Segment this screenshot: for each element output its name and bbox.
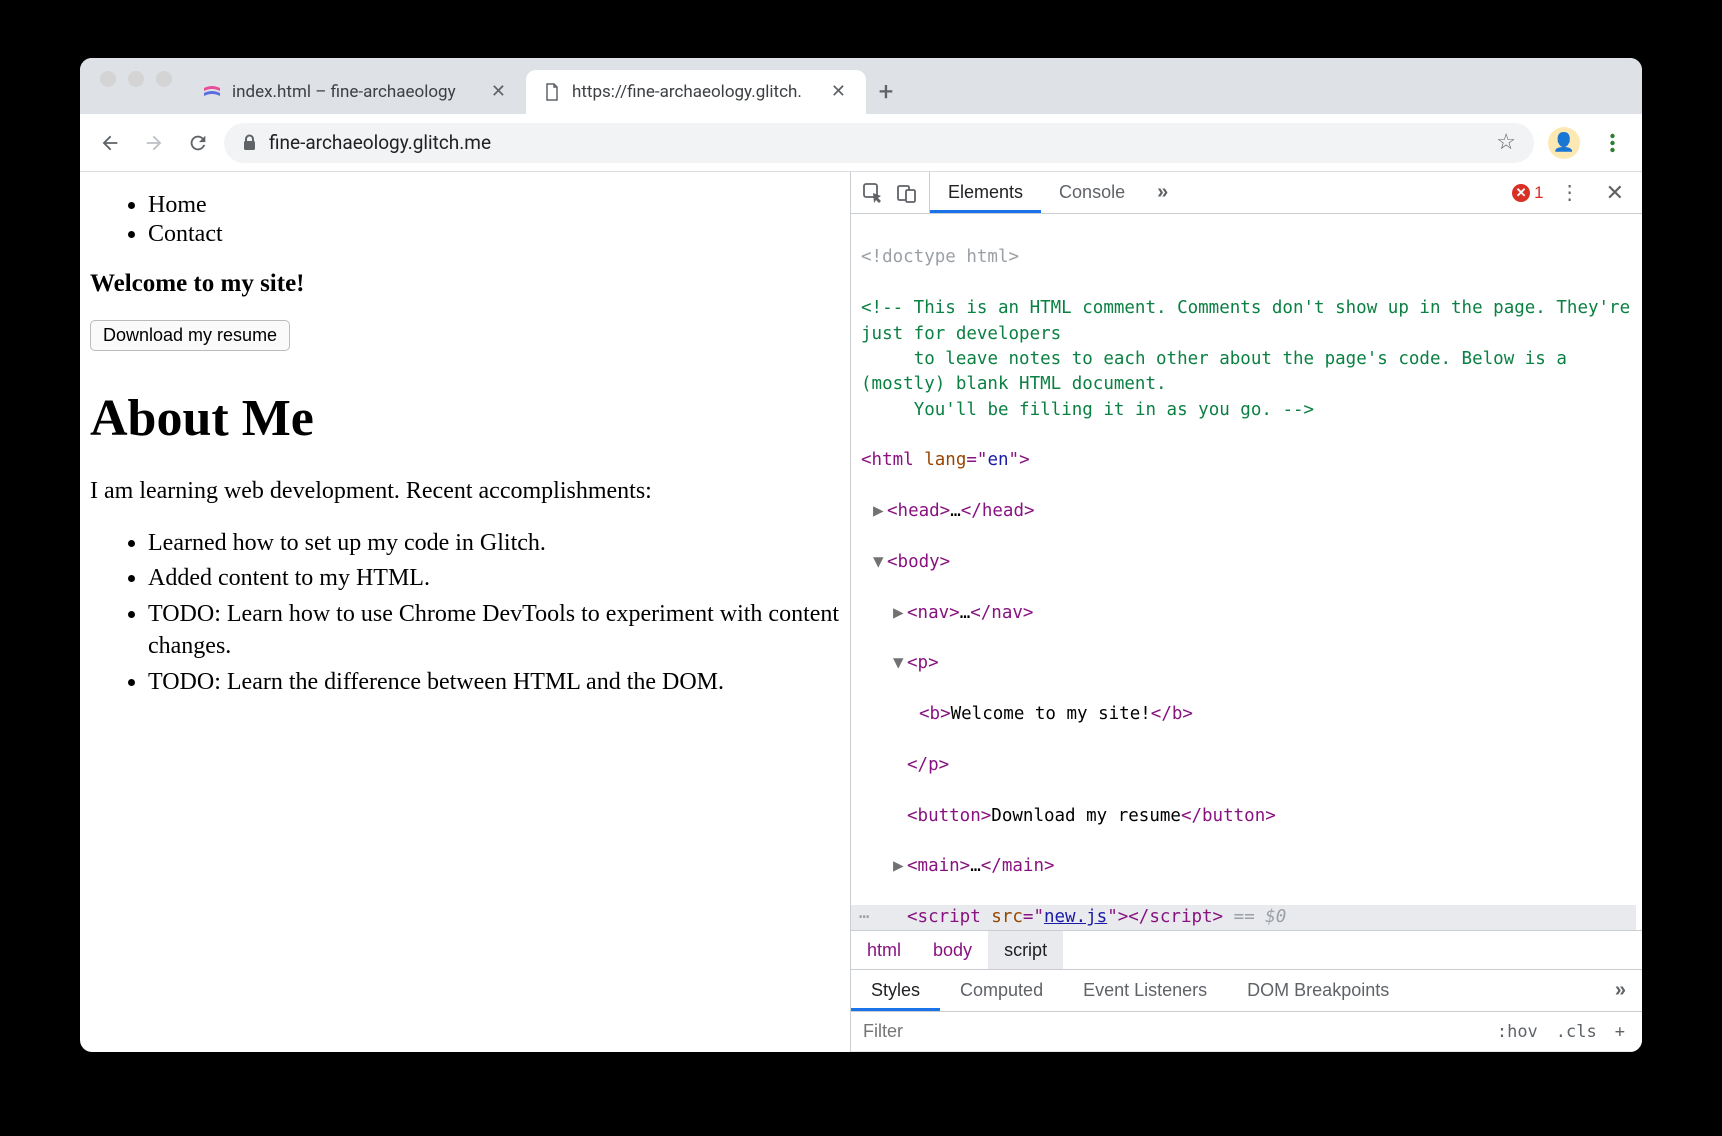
download-resume-button[interactable]: Download my resume <box>90 320 290 351</box>
address-bar[interactable]: fine-archaeology.glitch.me ☆ <box>224 123 1534 163</box>
cls-toggle-button[interactable]: .cls <box>1549 1020 1604 1044</box>
tab-styles[interactable]: Styles <box>851 970 940 1011</box>
tab-console[interactable]: Console <box>1041 172 1143 213</box>
error-icon: ✕ <box>1512 184 1530 202</box>
styles-filter-row: :hov .cls + <box>851 1012 1642 1052</box>
lock-icon <box>242 134 257 151</box>
dom-doctype[interactable]: <!doctype html> <box>851 245 1636 270</box>
list-item: TODO: Learn how to use Chrome DevTools t… <box>148 598 840 663</box>
about-heading: About Me <box>90 389 840 448</box>
styles-tab-bar: Styles Computed Event Listeners DOM Brea… <box>851 970 1642 1012</box>
nav-link-contact[interactable]: Contact <box>148 221 840 248</box>
list-item: Learned how to set up my code in Glitch. <box>148 527 840 559</box>
tab-title: https://fine-archaeology.glitch. <box>572 82 802 102</box>
list-item: Added content to my HTML. <box>148 562 840 594</box>
window-controls <box>94 71 186 101</box>
tab-strip: index.html – fine-archaeology ✕ https://… <box>80 58 1642 114</box>
dom-html-open[interactable]: <html lang="en"> <box>851 448 1636 473</box>
error-count: 1 <box>1534 183 1543 203</box>
welcome-heading: Welcome to my site! <box>90 270 840 298</box>
tab-site-preview[interactable]: https://fine-archaeology.glitch. ✕ <box>526 70 866 114</box>
dom-nav[interactable]: ▶<nav>…</nav> <box>851 601 1636 626</box>
selected-gutter-icon: ⋯ <box>851 905 877 930</box>
dom-breadcrumb: html body script <box>851 930 1642 970</box>
tab-computed[interactable]: Computed <box>940 970 1063 1011</box>
new-style-rule-button[interactable]: + <box>1608 1020 1632 1044</box>
dom-b[interactable]: <b>Welcome to my site!</b> <box>851 702 1636 727</box>
close-tab-icon[interactable]: ✕ <box>827 81 850 103</box>
content-area: Home Contact Welcome to my site! Downloa… <box>80 172 1642 1052</box>
dom-p-close[interactable]: </p> <box>851 753 1636 778</box>
dom-button[interactable]: <button>Download my resume</button> <box>851 804 1636 829</box>
browser-window: index.html – fine-archaeology ✕ https://… <box>80 58 1642 1052</box>
browser-menu-button[interactable] <box>1594 133 1630 153</box>
profile-avatar[interactable]: 👤 <box>1548 127 1580 159</box>
new-tab-button[interactable]: + <box>866 70 906 114</box>
dom-head[interactable]: ▶<head>…</head> <box>851 499 1636 524</box>
breadcrumb-html[interactable]: html <box>851 931 917 969</box>
breadcrumb-body[interactable]: body <box>917 931 988 969</box>
error-badge[interactable]: ✕ 1 <box>1512 183 1543 203</box>
styles-tabs-overflow-icon[interactable]: » <box>1599 970 1642 1011</box>
tab-event-listeners[interactable]: Event Listeners <box>1063 970 1227 1011</box>
nav-list: Home Contact <box>90 192 840 248</box>
dom-tree[interactable]: <!doctype html> <!-- This is an HTML com… <box>851 214 1642 930</box>
tab-title: index.html – fine-archaeology <box>232 82 456 102</box>
dom-p-open[interactable]: ▼<p> <box>851 651 1636 676</box>
devtools-menu-button[interactable]: ⋮ <box>1550 180 1590 205</box>
glitch-favicon-icon <box>202 82 222 102</box>
page-viewport: Home Contact Welcome to my site! Downloa… <box>80 172 850 1052</box>
dom-body-open[interactable]: ▼<body> <box>851 550 1636 575</box>
dom-comment[interactable]: <!-- This is an HTML comment. Comments d… <box>851 296 1636 423</box>
tabs-overflow-icon[interactable]: » <box>1143 172 1182 213</box>
maximize-window-icon[interactable] <box>156 71 172 87</box>
forward-button[interactable] <box>136 125 172 161</box>
nav-link-home[interactable]: Home <box>148 192 840 219</box>
devtools-tab-bar: Elements Console » ✕ 1 ⋮ ✕ <box>851 172 1642 214</box>
bookmark-star-icon[interactable]: ☆ <box>1496 130 1516 155</box>
dom-script-selected[interactable]: ⋯<script src="new.js"></script> == $0 <box>851 905 1636 930</box>
close-window-icon[interactable] <box>100 71 116 87</box>
back-button[interactable] <box>92 125 128 161</box>
minimize-window-icon[interactable] <box>128 71 144 87</box>
intro-text: I am learning web development. Recent ac… <box>90 478 840 505</box>
breadcrumb-script[interactable]: script <box>988 931 1063 969</box>
page-favicon-icon <box>542 82 562 102</box>
dom-main[interactable]: ▶<main>…</main> <box>851 854 1636 879</box>
tab-elements[interactable]: Elements <box>930 172 1041 213</box>
devtools-close-button[interactable]: ✕ <box>1596 180 1634 206</box>
url-text: fine-archaeology.glitch.me <box>269 131 491 154</box>
styles-filter-input[interactable] <box>851 1021 1490 1042</box>
tab-dom-breakpoints[interactable]: DOM Breakpoints <box>1227 970 1409 1011</box>
browser-toolbar: fine-archaeology.glitch.me ☆ 👤 <box>80 114 1642 172</box>
inspect-element-icon[interactable] <box>861 181 885 205</box>
hov-toggle-button[interactable]: :hov <box>1490 1020 1545 1044</box>
devtools-panel: Elements Console » ✕ 1 ⋮ ✕ <!doctype htm… <box>850 172 1642 1052</box>
list-item: TODO: Learn the difference between HTML … <box>148 666 840 698</box>
device-toolbar-icon[interactable] <box>895 181 919 205</box>
tab-glitch-editor[interactable]: index.html – fine-archaeology ✕ <box>186 70 526 114</box>
reload-button[interactable] <box>180 125 216 161</box>
close-tab-icon[interactable]: ✕ <box>487 81 510 103</box>
accomplishments-list: Learned how to set up my code in Glitch.… <box>90 527 840 698</box>
